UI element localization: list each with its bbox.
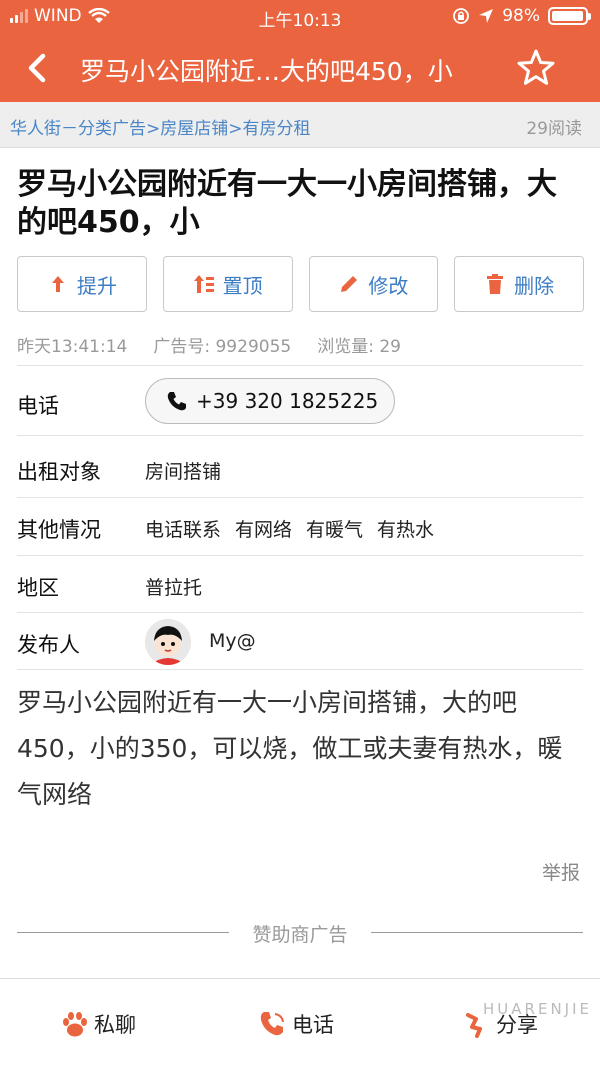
delete-button[interactable]: 删除 bbox=[454, 256, 584, 312]
bottom-tab-bar: 私聊 电话 分享 bbox=[0, 978, 600, 1068]
view-count: 浏览量: 29 bbox=[317, 337, 401, 357]
boost-button[interactable]: 提升 bbox=[17, 256, 147, 312]
avatar[interactable] bbox=[145, 619, 191, 665]
action-buttons: 提升 置顶 修改 删除 bbox=[17, 256, 584, 312]
status-right: 98% bbox=[452, 6, 591, 26]
other-info-tags: 电话联系 有网络 有暖气 有热水 bbox=[145, 515, 434, 542]
divider-line bbox=[371, 932, 583, 933]
rotation-lock-icon bbox=[453, 8, 470, 24]
pencil-icon bbox=[341, 276, 358, 292]
area-label: 地区 bbox=[17, 576, 59, 600]
poster-row: 发布人 My@ bbox=[17, 612, 583, 670]
watermark: HUARENJIE bbox=[483, 1000, 592, 1018]
phone-label: 电话 bbox=[17, 394, 59, 418]
breadcrumb[interactable]: 华人街－分类广告>房屋店铺>有房分租 bbox=[10, 114, 311, 139]
top-bar: WIND 上午10:13 98% 罗马小公园附近…大的吧450，小 bbox=[0, 0, 600, 102]
favorite-star-button[interactable] bbox=[516, 48, 556, 88]
pin-top-label: 置顶 bbox=[222, 273, 263, 298]
phone-ring-icon bbox=[260, 1012, 284, 1036]
battery-icon bbox=[548, 7, 591, 25]
post-time: 昨天13:41:14 bbox=[17, 337, 128, 357]
delete-label: 删除 bbox=[514, 273, 555, 298]
sponsor-divider: 赞助商广告 bbox=[17, 918, 583, 948]
private-chat-button[interactable]: 私聊 bbox=[60, 1009, 136, 1039]
private-chat-label: 私聊 bbox=[94, 1013, 136, 1037]
tag: 有网络 bbox=[235, 519, 293, 541]
edit-button[interactable]: 修改 bbox=[308, 256, 439, 312]
sponsor-label: 赞助商广告 bbox=[252, 924, 348, 946]
status-bar: WIND 上午10:13 98% bbox=[0, 0, 600, 34]
poster-label: 发布人 bbox=[17, 633, 80, 657]
poster-name[interactable]: My@ bbox=[209, 630, 256, 652]
call-button[interactable]: 电话 bbox=[258, 1009, 334, 1039]
report-link[interactable]: 举报 bbox=[542, 858, 580, 885]
nav-bar: 罗马小公园附近…大的吧450，小 bbox=[0, 34, 600, 102]
rent-target-row: 出租对象 房间搭铺 bbox=[17, 435, 583, 497]
phone-call-button[interactable]: +39 320 1825225 bbox=[145, 378, 395, 424]
pin-top-button[interactable]: 置顶 bbox=[162, 256, 293, 312]
phone-row: 电话 +39 320 1825225 bbox=[17, 365, 583, 435]
rent-target-value: 房间搭铺 bbox=[145, 461, 222, 483]
avatar-face-icon bbox=[145, 619, 191, 665]
area-row: 地区 普拉托 bbox=[17, 555, 583, 612]
ad-number: 广告号: 9929055 bbox=[153, 337, 292, 357]
battery-percent: 98% bbox=[502, 6, 540, 26]
rent-target-label: 出租对象 bbox=[17, 460, 101, 484]
trash-icon bbox=[487, 274, 504, 294]
tag: 有热水 bbox=[377, 519, 435, 541]
page-title: 罗马小公园附近有一大一小房间搭铺，大的吧450，小 bbox=[17, 167, 557, 240]
other-info-row: 其他情况 电话联系 有网络 有暖气 有热水 bbox=[17, 497, 583, 555]
nav-title: 罗马小公园附近…大的吧450，小 bbox=[80, 57, 453, 86]
other-info-label: 其他情况 bbox=[17, 518, 101, 542]
boost-label: 提升 bbox=[76, 273, 117, 298]
read-count: 29阅读 bbox=[526, 119, 582, 139]
edit-label: 修改 bbox=[368, 273, 409, 298]
arrow-up-icon bbox=[51, 276, 64, 292]
phone-icon bbox=[167, 392, 186, 411]
paw-icon bbox=[63, 1012, 87, 1037]
location-icon bbox=[479, 9, 494, 23]
pin-top-icon bbox=[193, 275, 214, 293]
description: 罗马小公园附近有一大一小房间搭铺，大的吧450，小的350，可以烧，做工或夫妻有… bbox=[17, 688, 563, 809]
call-label: 电话 bbox=[292, 1013, 334, 1037]
phone-number: +39 320 1825225 bbox=[196, 389, 379, 413]
tag: 电话联系 bbox=[145, 519, 222, 541]
back-button[interactable] bbox=[18, 48, 58, 88]
area-value: 普拉托 bbox=[145, 577, 203, 599]
post-meta: 昨天13:41:14 广告号: 9929055 浏览量: 29 bbox=[17, 332, 401, 357]
tag: 有暖气 bbox=[306, 519, 364, 541]
breadcrumb-bar: 华人街－分类广告>房屋店铺>有房分租 29阅读 bbox=[0, 102, 600, 148]
